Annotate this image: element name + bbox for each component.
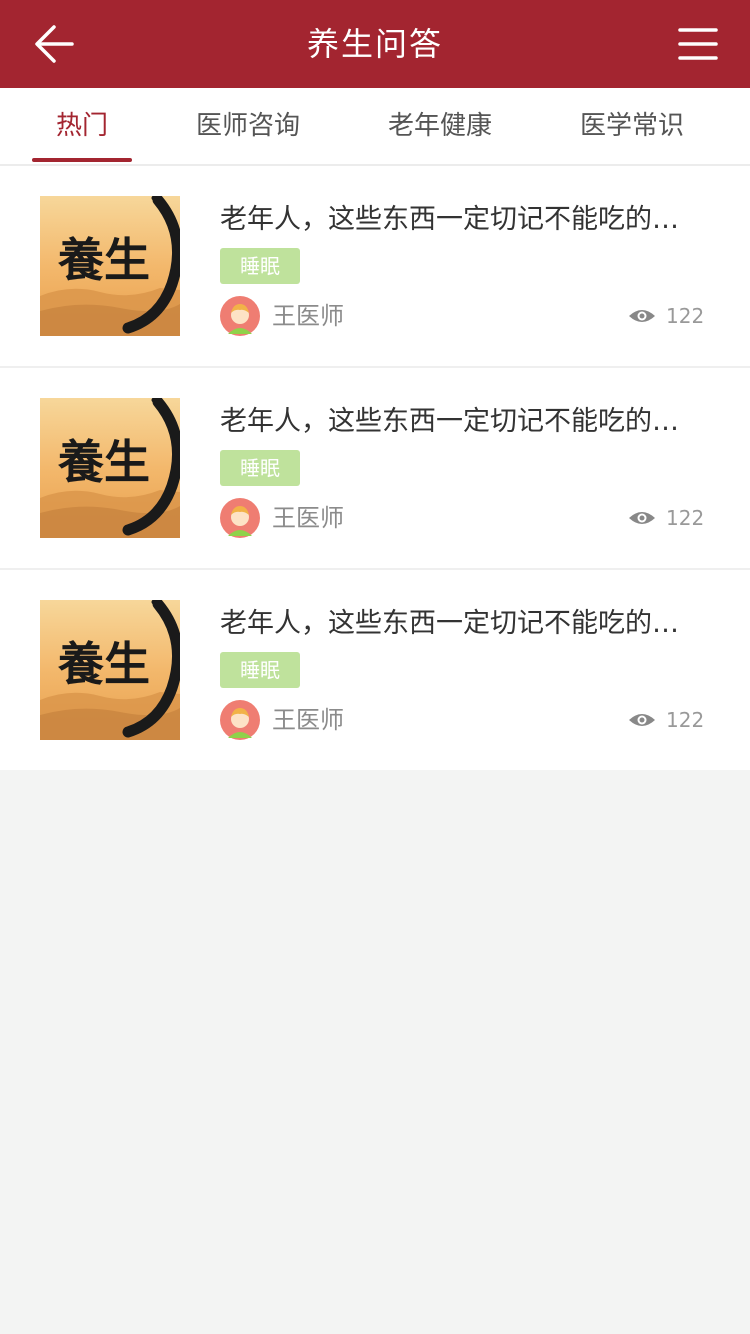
health-calligraphy-image: 養生	[40, 196, 180, 336]
author-name: 王医师	[272, 504, 344, 532]
view-count: 122	[666, 506, 705, 530]
article-list: 養生 老年人，这些东西一定切记不能吃的，千万注意 睡眠 王医师 122	[0, 166, 750, 770]
category-tag: 睡眠	[220, 248, 300, 284]
article-thumbnail: 養生	[40, 398, 180, 538]
author-name: 王医师	[272, 706, 344, 734]
page-title: 养生问答	[306, 25, 443, 63]
view-count: 122	[666, 708, 705, 732]
tab-elderly-health[interactable]: 老年健康	[380, 88, 500, 164]
article-thumbnail: 養生	[40, 600, 180, 740]
calligraphy-text: 養生	[58, 637, 150, 691]
article-thumbnail: 養生	[40, 196, 180, 336]
doctor-avatar-icon	[220, 700, 260, 740]
doctor-avatar-icon	[220, 296, 260, 336]
list-item[interactable]: 養生 老年人，这些东西一定切记不能吃的，千万注意 睡眠 王医师 122	[0, 570, 750, 770]
tab-medical-knowledge[interactable]: 医学常识	[572, 88, 692, 164]
eye-icon	[629, 512, 655, 524]
tab-hot[interactable]: 热门	[32, 88, 132, 164]
avatar	[220, 296, 260, 336]
eye-icon	[629, 310, 655, 322]
health-calligraphy-image: 養生	[40, 600, 180, 740]
menu-button[interactable]	[676, 22, 720, 66]
avatar	[220, 498, 260, 538]
eye-icon	[629, 714, 655, 726]
article-title: 老年人，这些东西一定切记不能吃的，千万注意	[220, 608, 700, 639]
list-item[interactable]: 養生 老年人，这些东西一定切记不能吃的，千万注意 睡眠 王医师 122	[0, 166, 750, 368]
menu-icon	[678, 28, 718, 60]
category-tag: 睡眠	[220, 450, 300, 486]
health-calligraphy-image: 養生	[40, 398, 180, 538]
doctor-avatar-icon	[220, 498, 260, 538]
author-name: 王医师	[272, 302, 344, 330]
active-tab-indicator	[32, 158, 132, 162]
tab-doctor-consult[interactable]: 医师咨询	[188, 88, 308, 164]
article-title: 老年人，这些东西一定切记不能吃的，千万注意	[220, 204, 700, 235]
view-count: 122	[666, 304, 705, 328]
category-tabs: 热门 医师咨询 老年健康 医学常识	[0, 88, 750, 166]
avatar	[220, 700, 260, 740]
list-item[interactable]: 養生 老年人，这些东西一定切记不能吃的，千万注意 睡眠 王医师 122	[0, 368, 750, 570]
article-title: 老年人，这些东西一定切记不能吃的，千万注意	[220, 406, 700, 437]
category-tag: 睡眠	[220, 652, 300, 688]
calligraphy-text: 養生	[58, 233, 150, 287]
calligraphy-text: 養生	[58, 435, 150, 489]
top-nav-bar: 养生问答	[0, 0, 750, 88]
